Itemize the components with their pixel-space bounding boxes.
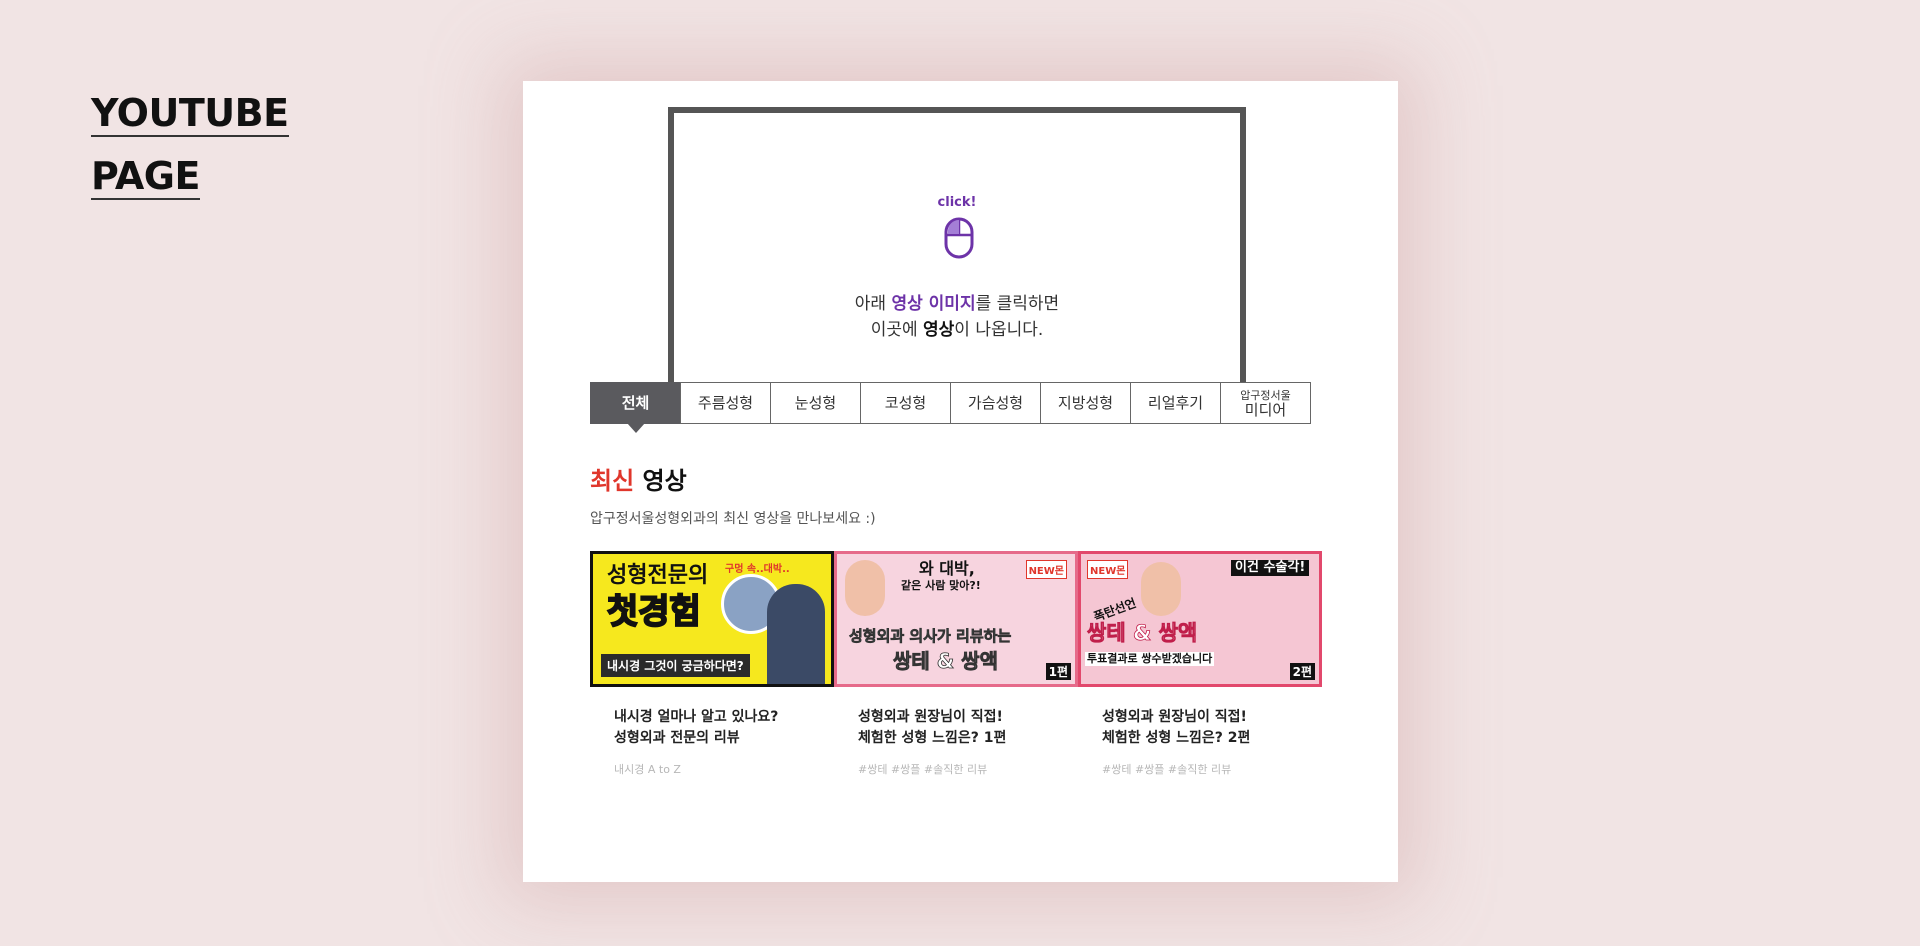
tab-label: 리얼후기 <box>1147 394 1204 412</box>
thumb-badge: NEW몬 <box>1025 560 1067 579</box>
section-title-rest: 영상 <box>634 467 687 495</box>
thumb-text: 성형전문의 <box>607 563 709 588</box>
thumb-text: 같은 사람 맞아?! <box>901 579 981 592</box>
video-card[interactable]: NEW몬 폭탄선언 이건 수술각! 쌍테 & 쌍액 투표결과로 쌍수받겠습니다 … <box>1078 551 1322 777</box>
thumb-text: 투표결과로 쌍수받겠습니다 <box>1085 652 1215 667</box>
tab-label: 지방성형 <box>1057 394 1114 412</box>
thumb-episode: 1편 <box>1045 663 1071 680</box>
thumb-text: 이건 수술각! <box>1231 560 1310 577</box>
tab-label: 미디어 <box>1244 401 1287 419</box>
video-list: 성형전문의 첫경험 내시경 그것이 궁금하다면? 구멍 속..대박.. 내시경 … <box>590 551 1322 777</box>
video-tags: #쌍테 #쌍플 #솔직한 리뷰 <box>858 763 988 776</box>
tab-label: 전체 <box>621 394 650 412</box>
section-subtitle: 압구정서울성형외과의 최신 영상을 만나보세요 :) <box>590 511 876 527</box>
page-heading: YOUTUBE PAGE <box>91 82 289 208</box>
mouse-icon <box>944 217 974 259</box>
section-title: 최신 영상 <box>590 461 687 496</box>
tab-label: 가슴성형 <box>967 394 1024 412</box>
thumb-text: 와 대박, <box>919 559 975 578</box>
tab-wrinkle[interactable]: 주름성형 <box>680 382 771 424</box>
content-panel: click! 아래 영상 이미지를 클릭하면 이곳에 영상이 나옵니다. 전체 … <box>523 81 1398 882</box>
thumb-text: 첫경험 <box>606 592 702 632</box>
video-player-area[interactable]: click! 아래 영상 이미지를 클릭하면 이곳에 영상이 나옵니다. <box>668 107 1246 421</box>
tab-breast[interactable]: 가슴성형 <box>950 382 1041 424</box>
section-title-highlight: 최신 <box>590 467 635 495</box>
click-label: click! <box>937 195 977 210</box>
thumb-badge: 구멍 속..대박.. <box>725 564 790 575</box>
thumb-person <box>767 584 825 684</box>
tab-nose[interactable]: 코성형 <box>860 382 951 424</box>
page-heading-line1: YOUTUBE <box>91 91 289 137</box>
thumb-person <box>1141 562 1181 616</box>
thumb-person <box>845 560 885 616</box>
video-thumbnail[interactable]: 성형전문의 첫경험 내시경 그것이 궁금하다면? 구멍 속..대박.. <box>590 551 834 687</box>
video-card[interactable]: 성형전문의 첫경험 내시경 그것이 궁금하다면? 구멍 속..대박.. 내시경 … <box>590 551 834 777</box>
thumb-text: 내시경 그것이 궁금하다면? <box>601 654 750 677</box>
player-message: 아래 영상 이미지를 클릭하면 이곳에 영상이 나옵니다. <box>674 291 1240 343</box>
msg-line1-highlight: 영상 이미지 <box>891 294 976 314</box>
tab-label: 주름성형 <box>697 394 754 412</box>
tab-label: 눈성형 <box>794 394 837 412</box>
video-title[interactable]: 성형외과 원장님이 직접! 체험한 성형 느낌은? 2편 <box>1102 707 1322 749</box>
video-title[interactable]: 성형외과 원장님이 직접! 체험한 성형 느낌은? 1편 <box>858 707 1078 749</box>
video-card[interactable]: 와 대박, 같은 사람 맞아?! NEW몬 성형외과 의사가 리뷰하는 쌍테 &… <box>834 551 1078 777</box>
thumb-badge: NEW몬 <box>1087 560 1129 579</box>
tab-eye[interactable]: 눈성형 <box>770 382 861 424</box>
page-heading-line2: PAGE <box>91 154 200 200</box>
video-thumbnail[interactable]: 와 대박, 같은 사람 맞아?! NEW몬 성형외과 의사가 리뷰하는 쌍테 &… <box>834 551 1078 687</box>
video-tags: 내시경 A to Z <box>614 763 681 776</box>
tab-label: 코성형 <box>884 394 927 412</box>
msg-line1-pre: 아래 <box>854 294 892 314</box>
tab-all[interactable]: 전체 <box>590 382 681 433</box>
tab-media[interactable]: 압구정서울 미디어 <box>1220 382 1311 424</box>
thumb-text: 성형외과 의사가 리뷰하는 <box>849 627 1012 645</box>
msg-line2-post: 이 나옵니다. <box>954 320 1044 340</box>
category-tabs: 전체 주름성형 눈성형 코성형 가슴성형 지방성형 리얼후기 압구정서울 미디어 <box>590 382 1311 433</box>
video-tags: #쌍테 #쌍플 #솔직한 리뷰 <box>1102 763 1232 776</box>
thumb-text: 쌍테 & 쌍액 <box>1087 621 1198 645</box>
thumb-text: 쌍테 & 쌍액 <box>893 649 999 673</box>
tab-fat[interactable]: 지방성형 <box>1040 382 1131 424</box>
msg-line2-strong: 영상 <box>923 320 955 340</box>
thumb-episode: 2편 <box>1289 663 1315 680</box>
msg-line2-pre: 이곳에 <box>870 320 924 340</box>
tab-review[interactable]: 리얼후기 <box>1130 382 1221 424</box>
video-thumbnail[interactable]: NEW몬 폭탄선언 이건 수술각! 쌍테 & 쌍액 투표결과로 쌍수받겠습니다 … <box>1078 551 1322 687</box>
video-title[interactable]: 내시경 얼마나 알고 있나요? 성형외과 전문의 리뷰 <box>614 707 834 749</box>
msg-line1-post: 를 클릭하면 <box>975 294 1060 314</box>
